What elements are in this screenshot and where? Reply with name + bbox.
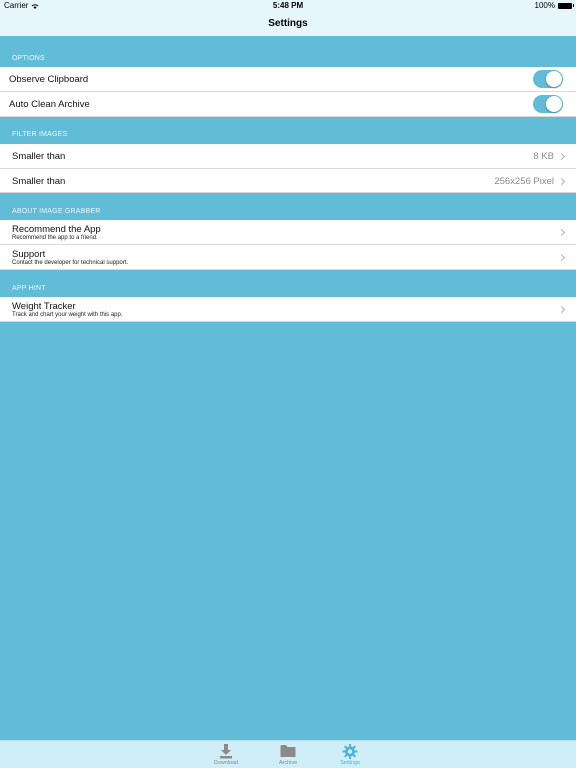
toggle-knob xyxy=(546,96,562,112)
page-title: Settings xyxy=(268,18,308,29)
tab-settings-label: Settings xyxy=(340,760,360,766)
gear-icon xyxy=(342,744,358,759)
recommend-app-label: Recommend the App xyxy=(12,224,101,235)
auto-clean-archive-label: Auto Clean Archive xyxy=(9,99,90,110)
tab-archive-label: Archive xyxy=(278,760,298,766)
filter-size-value: 8 KB xyxy=(533,151,554,162)
chevron-right-icon xyxy=(557,253,566,262)
recommend-app-row[interactable]: Recommend the App Recommend the app to a… xyxy=(0,220,576,245)
weight-tracker-label: Weight Tracker xyxy=(12,301,76,312)
battery-percent: 100% xyxy=(534,1,555,10)
chevron-right-icon xyxy=(557,305,566,314)
folder-icon xyxy=(280,745,296,757)
chevron-right-icon xyxy=(557,177,566,186)
section-header-about: ABOUT IMAGE GRABBER xyxy=(12,208,101,215)
recommend-app-subtitle: Recommend the app to a friend. xyxy=(12,235,98,241)
download-icon xyxy=(220,744,232,759)
tab-archive[interactable]: Archive xyxy=(258,741,318,768)
observe-clipboard-row: Observe Clipboard xyxy=(0,67,576,92)
filter-size-label: Smaller than xyxy=(12,151,66,162)
chevron-right-icon xyxy=(557,152,566,161)
settings-screen: Carrier 5:48 PM 100% Settings OPTIONS Ob… xyxy=(0,0,576,768)
support-row[interactable]: Support Contact the developer for techni… xyxy=(0,245,576,270)
support-label: Support xyxy=(12,249,46,260)
status-time: 5:48 PM xyxy=(272,1,304,10)
tab-bar: Download Archive Settings xyxy=(0,740,576,768)
navigation-bar: Settings xyxy=(0,12,576,36)
status-bar: Carrier 5:48 PM 100% xyxy=(0,0,576,12)
weight-tracker-subtitle: Track and chart your weight with this ap… xyxy=(12,312,123,318)
battery-icon xyxy=(558,2,574,9)
section-header-options: OPTIONS xyxy=(12,55,45,62)
filter-dimension-row[interactable]: Smaller than 256x256 Pixel xyxy=(0,169,576,193)
tab-settings[interactable]: Settings xyxy=(320,741,380,768)
section-header-filter: FILTER IMAGES xyxy=(12,131,68,138)
section-header-app-hint: APP HINT xyxy=(12,285,46,292)
tab-download-label: Download xyxy=(213,760,239,766)
support-subtitle: Contact the developer for technical supp… xyxy=(12,260,129,266)
filter-dimension-label: Smaller than xyxy=(12,176,66,187)
observe-clipboard-label: Observe Clipboard xyxy=(9,74,89,85)
auto-clean-archive-toggle[interactable] xyxy=(533,95,563,113)
toggle-knob xyxy=(546,71,562,87)
chevron-right-icon xyxy=(557,228,566,237)
auto-clean-archive-row: Auto Clean Archive xyxy=(0,92,576,117)
filter-dimension-value: 256x256 Pixel xyxy=(494,176,554,187)
filter-size-row[interactable]: Smaller than 8 KB xyxy=(0,144,576,169)
tab-download[interactable]: Download xyxy=(196,741,256,768)
battery-info: 100% xyxy=(534,1,574,10)
weight-tracker-row[interactable]: Weight Tracker Track and chart your weig… xyxy=(0,297,576,322)
observe-clipboard-toggle[interactable] xyxy=(533,70,563,88)
